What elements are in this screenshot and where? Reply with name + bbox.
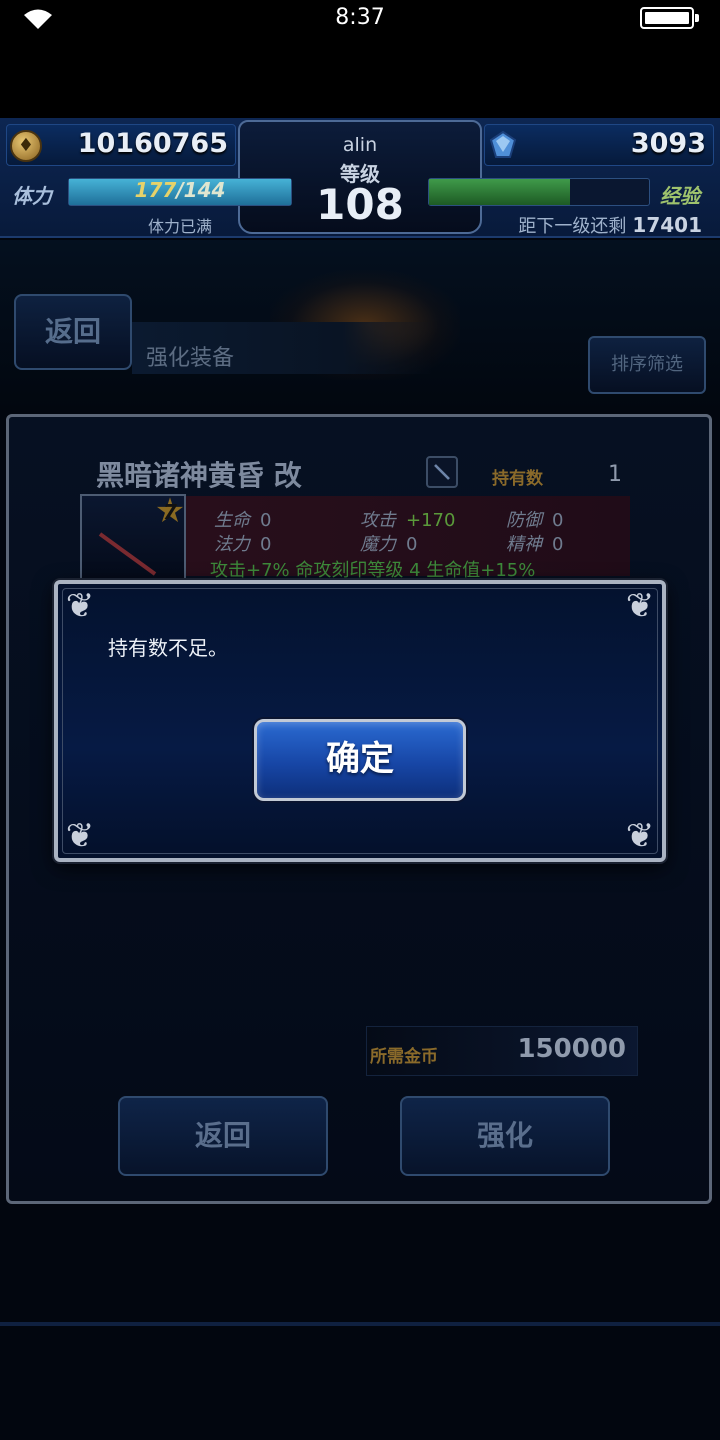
top-spacer: [0, 36, 720, 118]
stat-defense: 防御 0: [506, 506, 563, 532]
exp-note-label: 距下一级还剩: [518, 216, 627, 237]
player-name: alin: [342, 134, 378, 156]
stat-value: 0: [552, 510, 564, 531]
stamina-label: 体力: [12, 184, 52, 208]
exp-label: 经验: [660, 184, 700, 208]
gem-amount: 3093: [630, 128, 706, 159]
stat-label: 魔力: [360, 534, 396, 555]
enhance-button[interactable]: 强化: [400, 1096, 610, 1176]
stamina-value: 177/144: [68, 178, 292, 202]
sort-filter-button[interactable]: 排序筛选: [588, 336, 706, 394]
exp-remaining: 17401: [632, 213, 702, 237]
status-bar: 8:37: [0, 0, 720, 36]
stat-value: 0: [260, 510, 272, 531]
exp-bar: [428, 178, 650, 206]
stat-label: 法力: [214, 534, 250, 555]
exp-bar-fill: [429, 179, 570, 205]
cost-label: 所需金币: [370, 1047, 438, 1067]
owned-count: 1: [608, 462, 622, 487]
stat-spirit: 精神 0: [506, 530, 563, 556]
back-button[interactable]: 返回: [118, 1096, 328, 1176]
stat-hp: 生命 0: [214, 506, 271, 532]
equipment-effect: 攻击+7% 命攻刻印等级 4 生命值+15%: [210, 560, 536, 581]
stamina-current: 177: [134, 178, 177, 202]
stat-label: 生命: [214, 510, 250, 531]
stamina-max: /144: [176, 178, 226, 202]
status-time: 8:37: [335, 5, 385, 30]
confirm-button[interactable]: 确定: [254, 719, 466, 801]
stat-label: 攻击: [360, 510, 396, 531]
gold-amount: 10160765: [77, 128, 228, 159]
stat-label: 防御: [506, 510, 542, 531]
stat-value: 0: [552, 534, 564, 555]
back-button-top[interactable]: 返回: [14, 294, 132, 370]
stat-attack: 攻击 +170: [360, 506, 455, 532]
stat-value: +170: [406, 510, 456, 531]
cost-value: 150000: [517, 1034, 626, 1064]
equipment-name: 黑暗诸神黄昏 改: [96, 459, 302, 492]
stat-label: 精神: [506, 534, 542, 555]
screen-title: 强化装备: [146, 346, 235, 371]
sword-type-icon: [426, 456, 458, 488]
stat-mp: 法力 0: [214, 530, 271, 556]
dialog-message: 持有数不足。: [108, 636, 228, 660]
ornament-corner-icon: ❦: [65, 586, 95, 626]
stat-magic: 魔力 0: [360, 530, 417, 556]
battery-icon: [640, 7, 699, 29]
ornament-corner-icon: ❦: [625, 586, 655, 626]
owned-label: 持有数: [492, 469, 543, 489]
exp-note: 距下一级还剩 17401: [430, 212, 702, 238]
stat-value: 0: [260, 534, 272, 555]
stat-value: 0: [406, 534, 418, 555]
stamina-note: 体力已满: [147, 217, 212, 236]
footer-divider: [0, 1322, 720, 1326]
gem-icon: [489, 130, 517, 158]
ornament-corner-icon: ❦: [625, 816, 655, 856]
gold-coin-icon: ♦: [10, 130, 42, 162]
ornament-corner-icon: ❦: [65, 816, 95, 856]
rarity-value: 7: [163, 500, 177, 524]
